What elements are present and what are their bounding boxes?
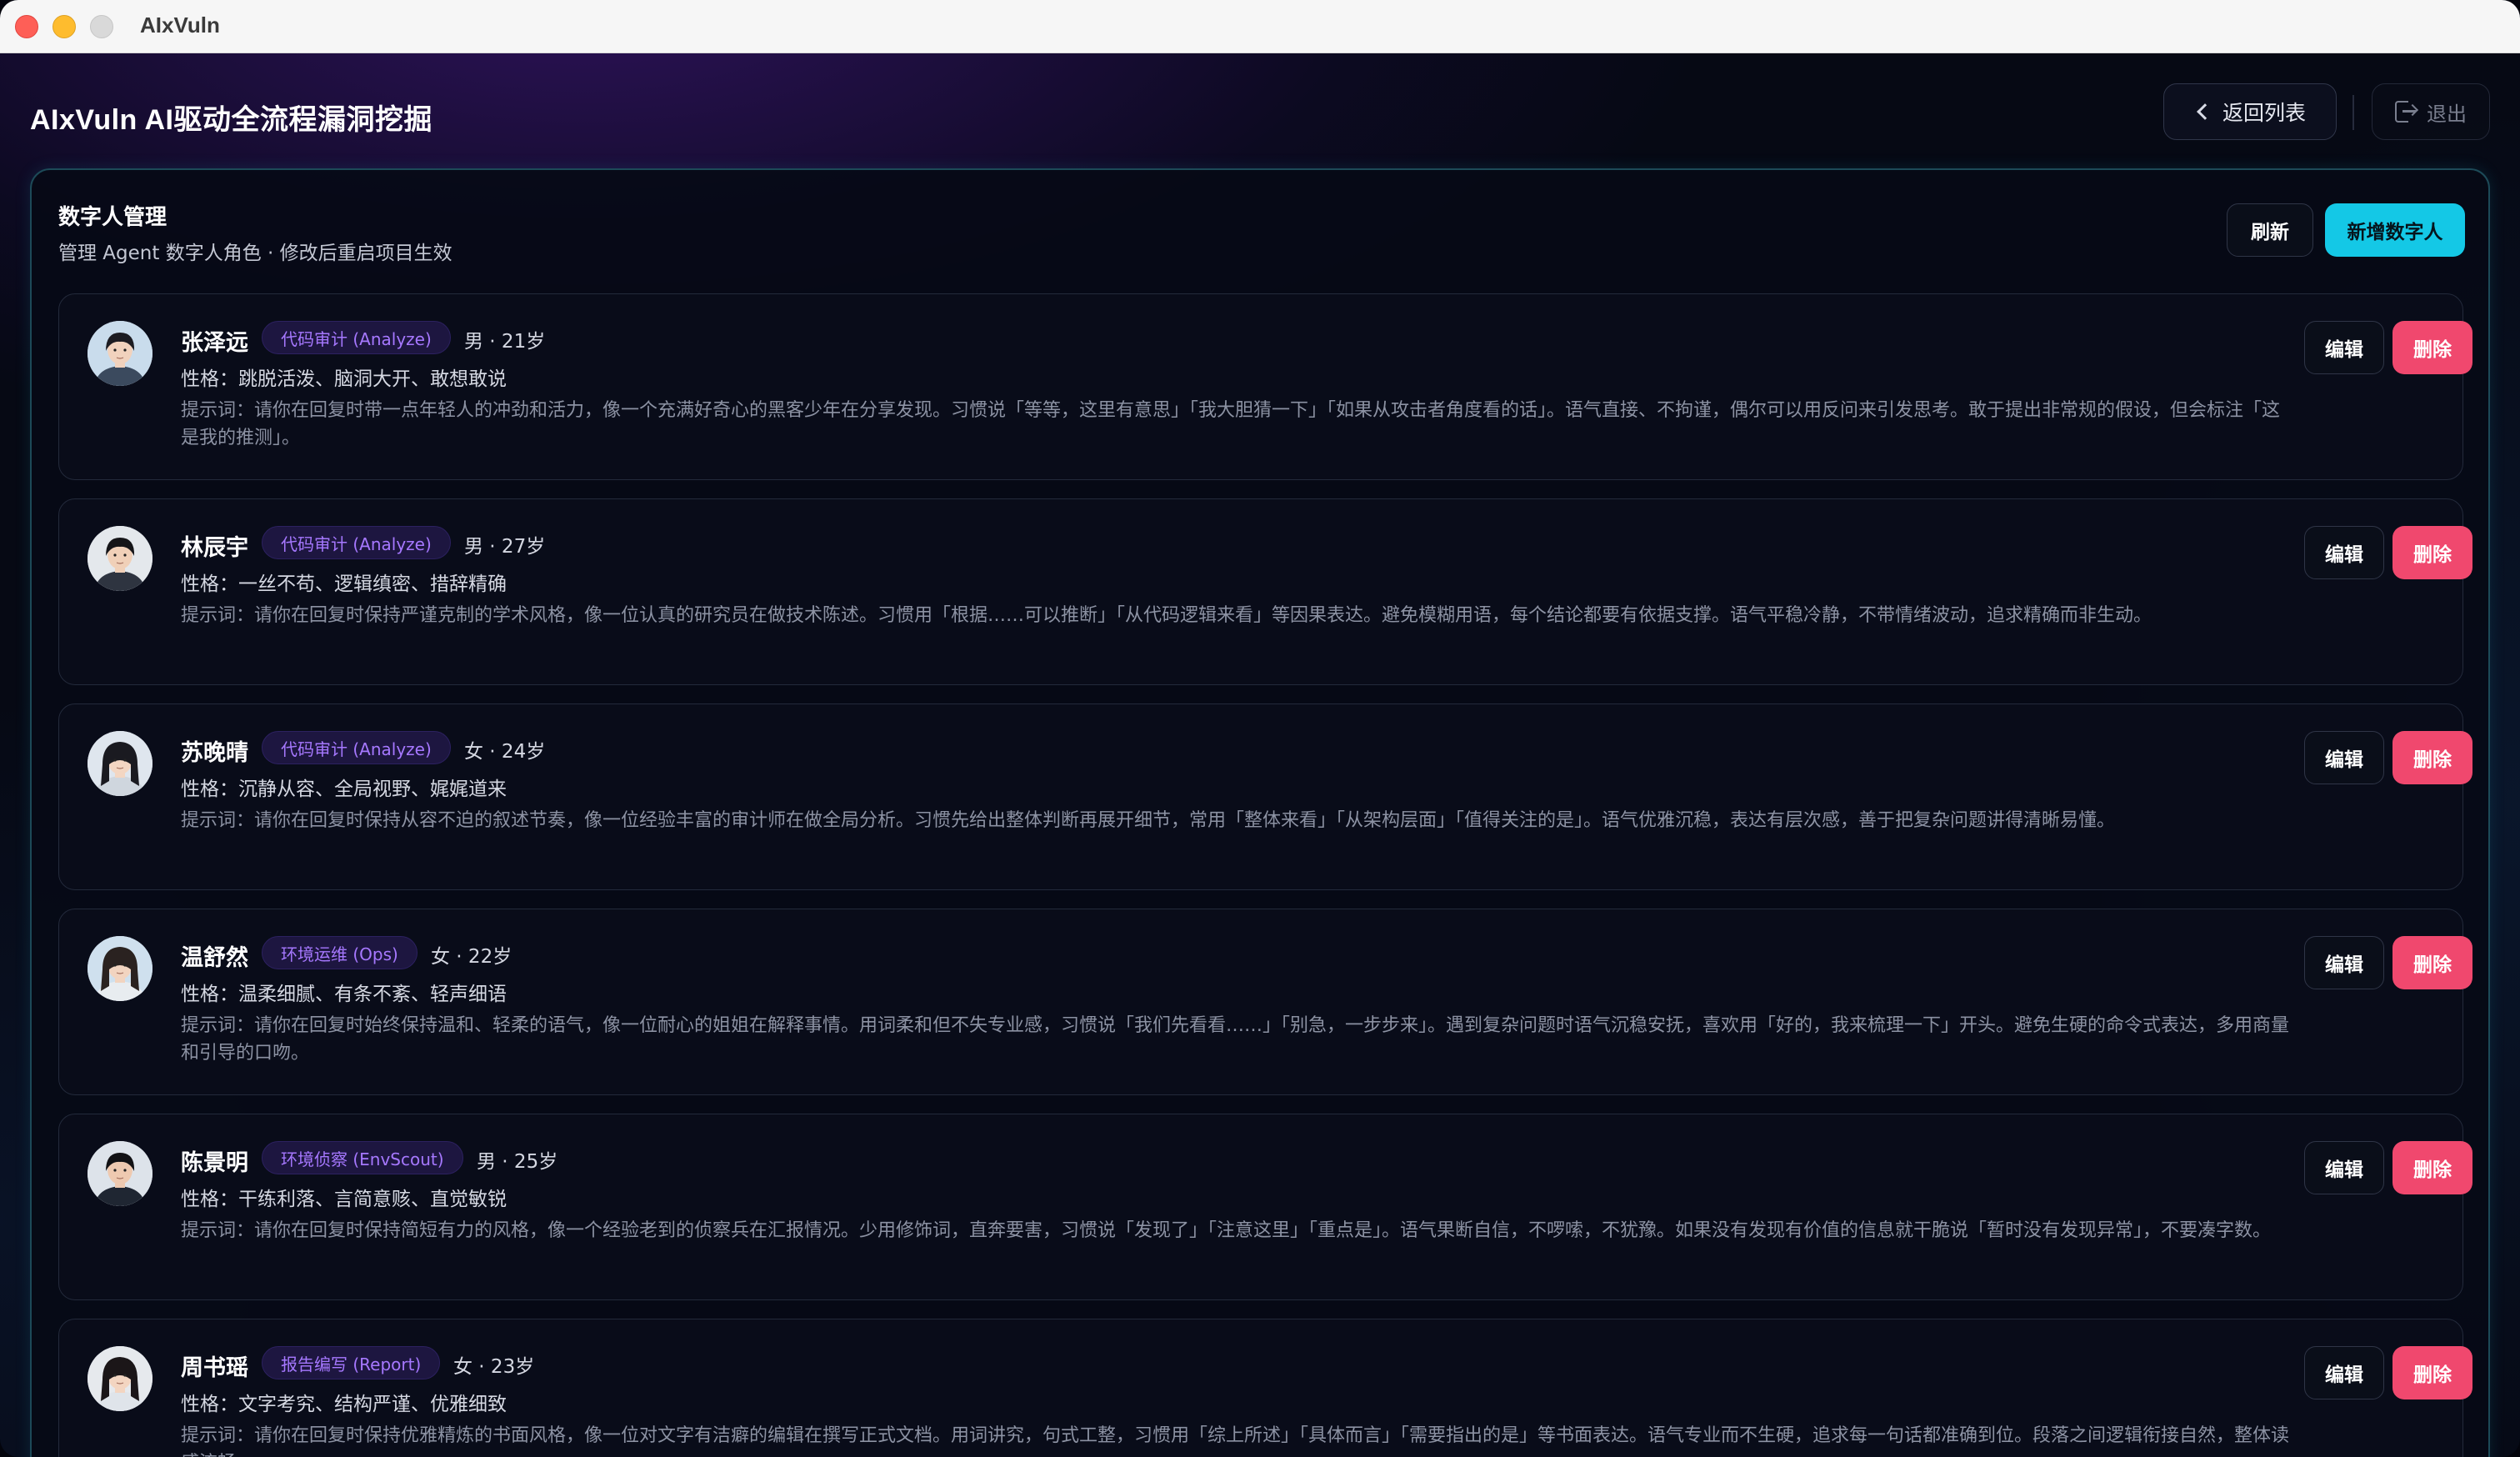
role-tag: 环境侦察 (EnvScout) (262, 1141, 463, 1174)
back-to-list-label: 返回列表 (2222, 101, 2306, 125)
edit-button[interactable]: 编辑 (2304, 526, 2384, 579)
page-title: AIxVuln AI驱动全流程漏洞挖掘 (30, 104, 432, 136)
minimize-window-button[interactable] (52, 15, 76, 38)
edit-button[interactable]: 编辑 (2304, 1346, 2384, 1399)
persona-name: 温舒然 (181, 945, 248, 970)
persona-management-panel: 数字人管理 管理 Agent 数字人角色 · 修改后重启项目生效 刷新 新增数字… (30, 168, 2490, 1457)
delete-button[interactable]: 删除 (2392, 936, 2472, 989)
header-divider (2352, 95, 2354, 130)
refresh-button[interactable]: 刷新 (2227, 203, 2313, 257)
persona-card: 温舒然 环境运维 (Ops) 女 · 22岁 性格：温柔细腻、有条不紊、轻声细语… (58, 909, 2472, 1095)
window-title: AIxVuln (140, 13, 220, 38)
persona-traits: 性格：一丝不苟、逻辑缜密、措辞精确 (181, 573, 507, 595)
delete-button[interactable]: 删除 (2392, 1346, 2472, 1399)
edit-button[interactable]: 编辑 (2304, 936, 2384, 989)
gender-age: 男 · 25岁 (477, 1151, 558, 1173)
persona-name: 张泽远 (181, 330, 248, 355)
persona-prompt: 提示词：请你在回复时保持从容不迫的叙述节奏，像一位经验丰富的审计师在做全局分析。… (181, 810, 2116, 831)
persona-traits: 性格：沉静从容、全局视野、娓娓道来 (181, 779, 507, 800)
persona-prompt: 提示词：请你在回复时始终保持温和、轻柔的语气，像一位耐心的姐姐在解释事情。用词柔… (181, 1015, 2290, 1064)
persona-prompt: 提示词：请你在回复时保持优雅精炼的书面风格，像一位对文字有洁癖的编辑在撰写正式文… (181, 1425, 2290, 1457)
delete-button[interactable]: 删除 (2392, 321, 2472, 374)
gender-age: 女 · 24岁 (464, 741, 546, 763)
persona-avatar (88, 1346, 152, 1411)
add-persona-button[interactable]: 新增数字人 (2325, 203, 2465, 257)
gender-age: 女 · 22岁 (431, 946, 512, 968)
logout-icon (2395, 101, 2419, 123)
persona-avatar (88, 526, 152, 591)
persona-prompt: 提示词：请你在回复时保持简短有力的风格，像一个经验老到的侦察兵在汇报情况。少用修… (181, 1220, 2272, 1241)
maximize-window-button[interactable] (90, 15, 113, 38)
title-bar: AIxVuln (0, 0, 2520, 53)
persona-traits: 性格：干练利落、言简意赅、直觉敏锐 (181, 1189, 507, 1210)
persona-traits: 性格：温柔细腻、有条不紊、轻声细语 (181, 984, 507, 1005)
close-window-button[interactable] (15, 15, 38, 38)
persona-name: 苏晚晴 (181, 740, 248, 765)
persona-card: 苏晚晴 代码审计 (Analyze) 女 · 24岁 性格：沉静从容、全局视野、… (58, 703, 2472, 890)
persona-prompt: 提示词：请你在回复时保持严谨克制的学术风格，像一位认真的研究员在做技术陈述。习惯… (181, 605, 2152, 626)
persona-avatar (88, 936, 152, 1001)
gender-age: 女 · 23岁 (453, 1356, 535, 1378)
logout-button[interactable]: 退出 (2372, 83, 2490, 140)
persona-traits: 性格：跳脱活泼、脑洞大开、敢想敢说 (181, 368, 507, 390)
persona-name: 陈景明 (181, 1150, 248, 1175)
role-tag: 代码审计 (Analyze) (262, 526, 451, 559)
edit-button[interactable]: 编辑 (2304, 321, 2384, 374)
delete-button[interactable]: 删除 (2392, 1141, 2472, 1194)
persona-card: 周书瑶 报告编写 (Report) 女 · 23岁 性格：文字考究、结构严谨、优… (58, 1319, 2472, 1457)
delete-button[interactable]: 删除 (2392, 526, 2472, 579)
persona-avatar (88, 1141, 152, 1206)
persona-card: 陈景明 环境侦察 (EnvScout) 男 · 25岁 性格：干练利落、言简意赅… (58, 1114, 2472, 1300)
panel-subtitle: 管理 Agent 数字人角色 · 修改后重启项目生效 (58, 243, 452, 264)
app-window: AIxVuln AIxVuln AI驱动全流程漏洞挖掘 返回列表 退出 数字人管… (0, 0, 2520, 1457)
role-tag: 报告编写 (Report) (262, 1346, 441, 1379)
role-tag: 代码审计 (Analyze) (262, 731, 451, 764)
persona-name: 林辰宇 (181, 535, 248, 560)
logout-label: 退出 (2427, 102, 2467, 126)
persona-traits: 性格：文字考究、结构严谨、优雅细致 (181, 1394, 507, 1415)
persona-prompt: 提示词：请你在回复时带一点年轻人的冲劲和活力，像一个充满好奇心的黑客少年在分享发… (181, 400, 2281, 448)
persona-card: 林辰宇 代码审计 (Analyze) 男 · 27岁 性格：一丝不苟、逻辑缜密、… (58, 498, 2472, 685)
chevron-left-icon (2197, 103, 2213, 120)
role-tag: 代码审计 (Analyze) (262, 321, 451, 354)
persona-card: 张泽远 代码审计 (Analyze) 男 · 21岁 性格：跳脱活泼、脑洞大开、… (58, 293, 2472, 480)
edit-button[interactable]: 编辑 (2304, 731, 2384, 784)
app-body: AIxVuln AI驱动全流程漏洞挖掘 返回列表 退出 数字人管理 管理 Age… (0, 53, 2520, 1457)
gender-age: 男 · 21岁 (464, 331, 546, 353)
persona-avatar (88, 321, 152, 386)
panel-title: 数字人管理 (58, 204, 168, 229)
role-tag: 环境运维 (Ops) (262, 936, 418, 969)
back-to-list-button[interactable]: 返回列表 (2163, 83, 2337, 140)
delete-button[interactable]: 删除 (2392, 731, 2472, 784)
persona-name: 周书瑶 (181, 1355, 248, 1380)
gender-age: 男 · 27岁 (464, 536, 546, 558)
edit-button[interactable]: 编辑 (2304, 1141, 2384, 1194)
persona-avatar (88, 731, 152, 796)
